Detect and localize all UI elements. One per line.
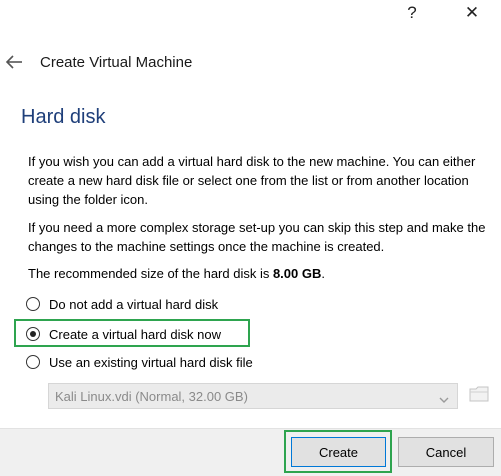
radio-label: Use an existing virtual hard disk file	[49, 354, 253, 370]
description-paragraph: If you wish you can add a virtual hard d…	[28, 154, 476, 207]
back-arrow-icon[interactable]	[4, 52, 24, 72]
radio-label: Do not add a virtual hard disk	[49, 296, 219, 312]
recommended-size-prefix: The recommended size of the hard disk is	[28, 266, 273, 281]
window-titlebar: ? ✕	[0, 0, 501, 26]
radio-button[interactable]	[26, 297, 40, 311]
radio-button[interactable]	[26, 355, 40, 369]
close-button[interactable]: ✕	[452, 0, 492, 26]
recommended-size-value: 8.00 GB	[272, 266, 322, 281]
existing-disk-select[interactable]: Kali Linux.vdi (Normal, 32.00 GB)	[48, 383, 458, 409]
storage-note-paragraph: If you need a more complex storage set-u…	[28, 220, 486, 254]
page-title: Hard disk	[21, 106, 106, 128]
highlight-annotation	[14, 319, 250, 347]
cancel-button[interactable]: Cancel	[398, 437, 494, 467]
help-button[interactable]: ?	[392, 0, 432, 26]
wizard-header: Create Virtual Machine	[0, 46, 501, 82]
highlight-annotation	[284, 430, 392, 473]
radio-no-hard-disk[interactable]: Do not add a virtual hard disk	[26, 294, 218, 314]
existing-disk-value: Kali Linux.vdi (Normal, 32.00 GB)	[55, 388, 248, 404]
recommended-size-suffix: .	[321, 266, 325, 281]
wizard-title: Create Virtual Machine	[40, 54, 193, 71]
choose-disk-file-button[interactable]	[466, 383, 492, 409]
recommended-size-text: The recommended size of the hard disk is…	[28, 264, 488, 283]
radio-existing-hard-disk[interactable]: Use an existing virtual hard disk file	[26, 352, 253, 372]
folder-icon	[468, 384, 490, 409]
chevron-down-icon[interactable]	[439, 392, 449, 403]
